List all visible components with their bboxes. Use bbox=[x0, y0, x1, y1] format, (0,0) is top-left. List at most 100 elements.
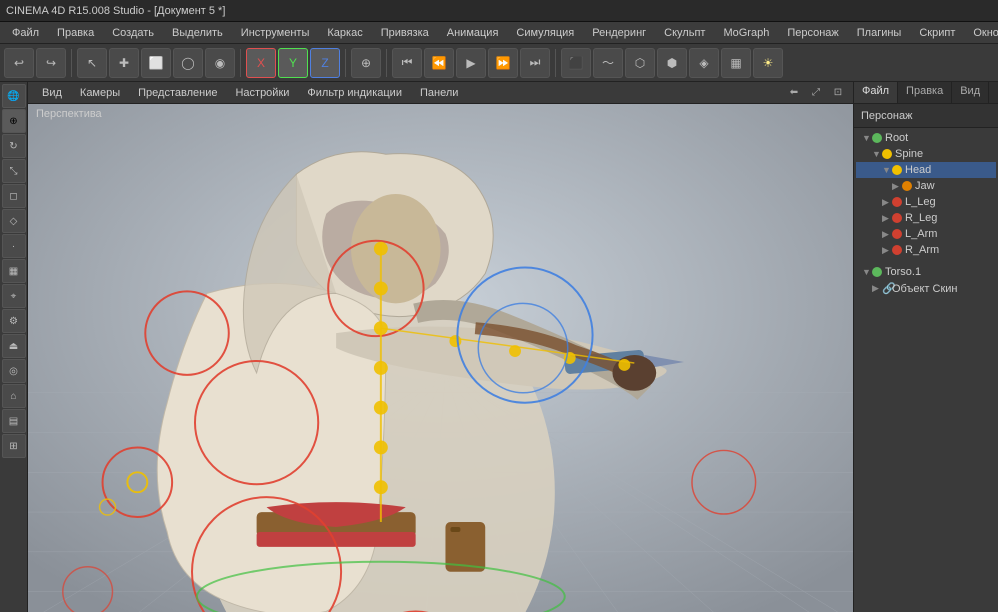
tree-item-spine[interactable]: ▼ Spine bbox=[856, 146, 996, 162]
vp-icon-max[interactable]: ⊡ bbox=[829, 84, 847, 102]
tree-item-head[interactable]: ▼ Head bbox=[856, 162, 996, 178]
menu-script[interactable]: Скрипт bbox=[911, 25, 963, 41]
tree-item-l-arm[interactable]: ▶ L_Arm bbox=[856, 226, 996, 242]
light-btn[interactable]: ☀ bbox=[753, 48, 783, 78]
menu-plugins[interactable]: Плагины bbox=[849, 25, 910, 41]
menu-wireframe[interactable]: Каркас bbox=[319, 25, 370, 41]
scene-btn[interactable]: ▦ bbox=[721, 48, 751, 78]
label-r-leg: R_Leg bbox=[905, 212, 937, 224]
expand-r-arm[interactable]: ▶ bbox=[882, 245, 892, 256]
object-tree[interactable]: ▼ Root ▼ Spine ▼ Head ▶ Jaw bbox=[854, 128, 998, 612]
cube-btn[interactable]: ⬛ bbox=[561, 48, 591, 78]
circle-select[interactable]: ◯ bbox=[173, 48, 203, 78]
deformer-btn[interactable]: ◈ bbox=[689, 48, 719, 78]
play-btn[interactable]: ▶ bbox=[456, 48, 486, 78]
expand-head[interactable]: ▼ bbox=[882, 165, 892, 175]
left-btn-world[interactable]: 🌐 bbox=[2, 84, 26, 108]
menu-create[interactable]: Создать bbox=[104, 25, 162, 41]
expand-spine[interactable]: ▼ bbox=[872, 149, 882, 159]
left-toolbar: 🌐 ⊕ ↻ ⤡ ◻ ◇ · ▦ ⌖ ⚙ ⏏ ◎ ⌂ ▤ ⊞ bbox=[0, 82, 28, 612]
expand-r-leg[interactable]: ▶ bbox=[882, 213, 892, 224]
play-forward-btn[interactable]: ⏩ bbox=[488, 48, 518, 78]
box-select[interactable]: ⬜ bbox=[141, 48, 171, 78]
mograph-btn[interactable]: ⬢ bbox=[657, 48, 687, 78]
left-btn-rotate[interactable]: ↻ bbox=[2, 134, 26, 158]
left-btn-grid2[interactable]: ▤ bbox=[2, 409, 26, 433]
left-btn-scale[interactable]: ⤡ bbox=[2, 159, 26, 183]
rt-btn-persona[interactable]: Персонаж bbox=[858, 109, 915, 123]
vp-icon-move[interactable]: ⬅ bbox=[785, 84, 803, 102]
tree-item-torso[interactable]: ▼ Torso.1 bbox=[856, 264, 996, 280]
left-btn-poly[interactable]: ◻ bbox=[2, 184, 26, 208]
menu-tools[interactable]: Инструменты bbox=[233, 25, 318, 41]
add-tool[interactable]: ✚ bbox=[109, 48, 139, 78]
menu-snap[interactable]: Привязка bbox=[373, 25, 437, 41]
viewport[interactable]: Перспектива bbox=[28, 104, 853, 612]
menu-animate[interactable]: Анимация bbox=[439, 25, 507, 41]
expand-root[interactable]: ▼ bbox=[862, 133, 872, 143]
left-btn-circle[interactable]: ◎ bbox=[2, 359, 26, 383]
free-select[interactable]: ◉ bbox=[205, 48, 235, 78]
transform-btn[interactable]: ⊕ bbox=[351, 48, 381, 78]
expand-skin[interactable]: ▶ bbox=[872, 283, 882, 294]
menu-select[interactable]: Выделить bbox=[164, 25, 231, 41]
vp-menu-settings[interactable]: Настройки bbox=[227, 85, 297, 101]
vp-menu-filter[interactable]: Фильтр индикации bbox=[299, 85, 410, 101]
expand-jaw[interactable]: ▶ bbox=[892, 181, 902, 192]
right-tab-edit[interactable]: Правка bbox=[898, 82, 952, 103]
label-jaw: Jaw bbox=[915, 180, 935, 192]
y-axis-btn[interactable]: Y bbox=[278, 48, 308, 78]
left-btn-home[interactable]: ⌂ bbox=[2, 384, 26, 408]
left-btn-move[interactable]: ⊕ bbox=[2, 109, 26, 133]
right-panel-toolbar: Персонаж bbox=[854, 104, 998, 128]
right-tab-file[interactable]: Файл bbox=[854, 82, 898, 103]
left-btn-grid[interactable]: ▦ bbox=[2, 259, 26, 283]
tree-item-l-leg[interactable]: ▶ L_Leg bbox=[856, 194, 996, 210]
vp-menu-cameras[interactable]: Камеры bbox=[72, 85, 128, 101]
menu-edit[interactable]: Правка bbox=[49, 25, 102, 41]
vp-menu-panels[interactable]: Панели bbox=[412, 85, 466, 101]
redo-button[interactable]: ↪ bbox=[36, 48, 66, 78]
left-btn-point[interactable]: · bbox=[2, 234, 26, 258]
left-btn-display[interactable]: ⊞ bbox=[2, 434, 26, 458]
right-panel: Файл Правка Вид Персонаж ▼ Root ▼ Spine bbox=[853, 82, 998, 612]
tree-item-r-arm[interactable]: ▶ R_Arm bbox=[856, 242, 996, 258]
menu-file[interactable]: Файл bbox=[4, 25, 47, 41]
dot-l-arm bbox=[892, 229, 902, 239]
expand-l-leg[interactable]: ▶ bbox=[882, 197, 892, 208]
vp-menu-represent[interactable]: Представление bbox=[130, 85, 225, 101]
expand-l-arm[interactable]: ▶ bbox=[882, 229, 892, 240]
tree-item-r-leg[interactable]: ▶ R_Leg bbox=[856, 210, 996, 226]
menu-sculpt[interactable]: Скульпт bbox=[656, 25, 713, 41]
left-btn-brush[interactable]: ⏏ bbox=[2, 334, 26, 358]
play-back-btn[interactable]: ⏪ bbox=[424, 48, 454, 78]
menu-simulate[interactable]: Симуляция bbox=[508, 25, 582, 41]
right-tab-view[interactable]: Вид bbox=[952, 82, 989, 103]
scene-svg bbox=[28, 104, 853, 612]
nurbs-btn[interactable]: ⬡ bbox=[625, 48, 655, 78]
menu-window[interactable]: Окно bbox=[965, 25, 998, 41]
tree-item-skin[interactable]: ▶ 🔗 Объект Скин bbox=[856, 280, 996, 297]
title-bar: CINEMA 4D R15.008 Studio - [Документ 5 *… bbox=[0, 0, 998, 22]
play-start-btn[interactable]: ⏮ bbox=[392, 48, 422, 78]
menu-character[interactable]: Персонаж bbox=[779, 25, 846, 41]
z-axis-btn[interactable]: Z bbox=[310, 48, 340, 78]
tree-item-jaw[interactable]: ▶ Jaw bbox=[856, 178, 996, 194]
expand-torso[interactable]: ▼ bbox=[862, 267, 872, 277]
vp-icon-expand[interactable]: ⤢ bbox=[807, 84, 825, 102]
spline-btn[interactable]: 〜 bbox=[593, 48, 623, 78]
left-btn-settings[interactable]: ⚙ bbox=[2, 309, 26, 333]
x-axis-btn[interactable]: X bbox=[246, 48, 276, 78]
undo-button[interactable]: ↩ bbox=[4, 48, 34, 78]
left-btn-snap[interactable]: ⌖ bbox=[2, 284, 26, 308]
skin-icon: 🔗 bbox=[882, 282, 892, 295]
vp-menu-view[interactable]: Вид bbox=[34, 85, 70, 101]
menu-mograph[interactable]: MoGraph bbox=[715, 25, 777, 41]
menu-render[interactable]: Рендеринг bbox=[584, 25, 654, 41]
tree-item-root[interactable]: ▼ Root bbox=[856, 130, 996, 146]
play-end-btn[interactable]: ⏭ bbox=[520, 48, 550, 78]
left-btn-edge[interactable]: ◇ bbox=[2, 209, 26, 233]
dot-r-arm bbox=[892, 245, 902, 255]
select-tool[interactable]: ↖ bbox=[77, 48, 107, 78]
app-title: CINEMA 4D R15.008 Studio - [Документ 5 *… bbox=[6, 5, 225, 17]
